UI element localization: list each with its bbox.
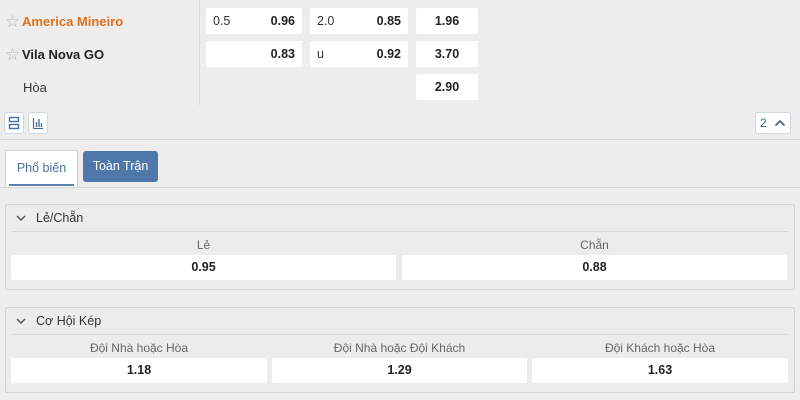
home-total-odds[interactable]: 2.0 0.85 [310,8,408,34]
option-label: Đội Khách hoặc Hòa [604,341,716,355]
option-label: Đội Nhà hoặc Đội Khách [333,341,466,355]
match-odds: ☆ America Mineiro ☆ Vila Nova GO Hòa 0.5… [0,0,800,105]
chevron-down-icon [16,215,26,222]
home-win-odds[interactable]: 1.96 [416,8,478,34]
bar-chart-icon [32,118,43,130]
home-or-away-option[interactable]: Đội Nhà hoặc Đội Khách 1.29 [272,338,527,383]
option-odds[interactable]: 0.95 [11,255,396,280]
market-odd-even: Lẻ/Chẵn Lẻ 0.95 Chẵn 0.88 [5,204,795,290]
away-or-draw-option[interactable]: Đội Khách hoặc Hòa 1.63 [532,338,788,383]
list-view-button[interactable] [4,112,24,134]
away-team-name[interactable]: Vila Nova GO [22,47,104,62]
draw-price: 2.90 [434,80,460,94]
tab-popular[interactable]: Phổ biến [5,150,78,188]
home-team-name[interactable]: America Mineiro [22,14,123,29]
counter-value: 2 [760,116,767,130]
divider [11,231,789,232]
tabs-divider [0,187,800,188]
divider [11,334,789,335]
option-label: Chẵn [580,238,609,252]
option-label: Đội Nhà hoặc Hòa [89,341,189,355]
option-odds[interactable]: 1.18 [11,358,267,383]
market-title: Cơ Hội Kép [36,314,102,328]
away-handicap-odds[interactable]: 0.83 [206,41,302,67]
tab-full-match[interactable]: Toàn Trận [83,151,158,182]
odd-option[interactable]: Lẻ 0.95 [11,235,396,280]
under-price: 0.92 [376,47,401,61]
home-handicap-line: 0.5 [213,14,231,28]
home-team-row[interactable]: ☆ America Mineiro [0,5,200,37]
chevron-up-icon [774,119,786,127]
market-double-chance: Cơ Hội Kép Đội Nhà hoặc Hòa 1.18 Đội Nhà… [5,307,795,393]
toolbar: 2 [0,106,800,140]
option-label: Lẻ [196,238,211,252]
home-win-price: 1.96 [434,14,460,28]
market-double-chance-header[interactable]: Cơ Hội Kép [6,308,794,334]
home-or-draw-option[interactable]: Đội Nhà hoặc Hòa 1.18 [11,338,267,383]
star-outline-icon[interactable]: ☆ [0,46,22,63]
chevron-down-icon [16,318,26,325]
option-odds[interactable]: 0.88 [402,255,787,280]
option-odds[interactable]: 1.29 [272,358,527,383]
even-option[interactable]: Chẵn 0.88 [402,235,787,280]
away-total-odds[interactable]: u 0.92 [310,41,408,67]
over-price: 0.85 [376,14,401,28]
under-label: u [317,47,324,61]
chart-view-button[interactable] [28,112,48,134]
star-outline-icon[interactable]: ☆ [0,13,22,30]
market-tabs: Phổ biến Toàn Trận [0,141,800,188]
draw-odds[interactable]: 2.90 [416,74,478,100]
away-win-price: 3.70 [434,47,460,61]
total-line: 2.0 [317,14,335,28]
list-view-icon [8,116,20,130]
home-handicap-odds[interactable]: 0.5 0.96 [206,8,302,34]
away-team-row[interactable]: ☆ Vila Nova GO [0,38,200,70]
draw-row: Hòa [0,71,200,103]
market-odd-even-header[interactable]: Lẻ/Chẵn [6,205,794,231]
collapse-counter-button[interactable]: 2 [755,112,791,134]
option-odds[interactable]: 1.63 [532,358,788,383]
teams-column: ☆ America Mineiro ☆ Vila Nova GO Hòa [0,0,200,105]
away-handicap-price: 0.83 [270,47,295,61]
market-title: Lẻ/Chẵn [36,211,84,225]
away-win-odds[interactable]: 3.70 [416,41,478,67]
home-handicap-price: 0.96 [270,14,295,28]
draw-label: Hòa [23,79,47,95]
